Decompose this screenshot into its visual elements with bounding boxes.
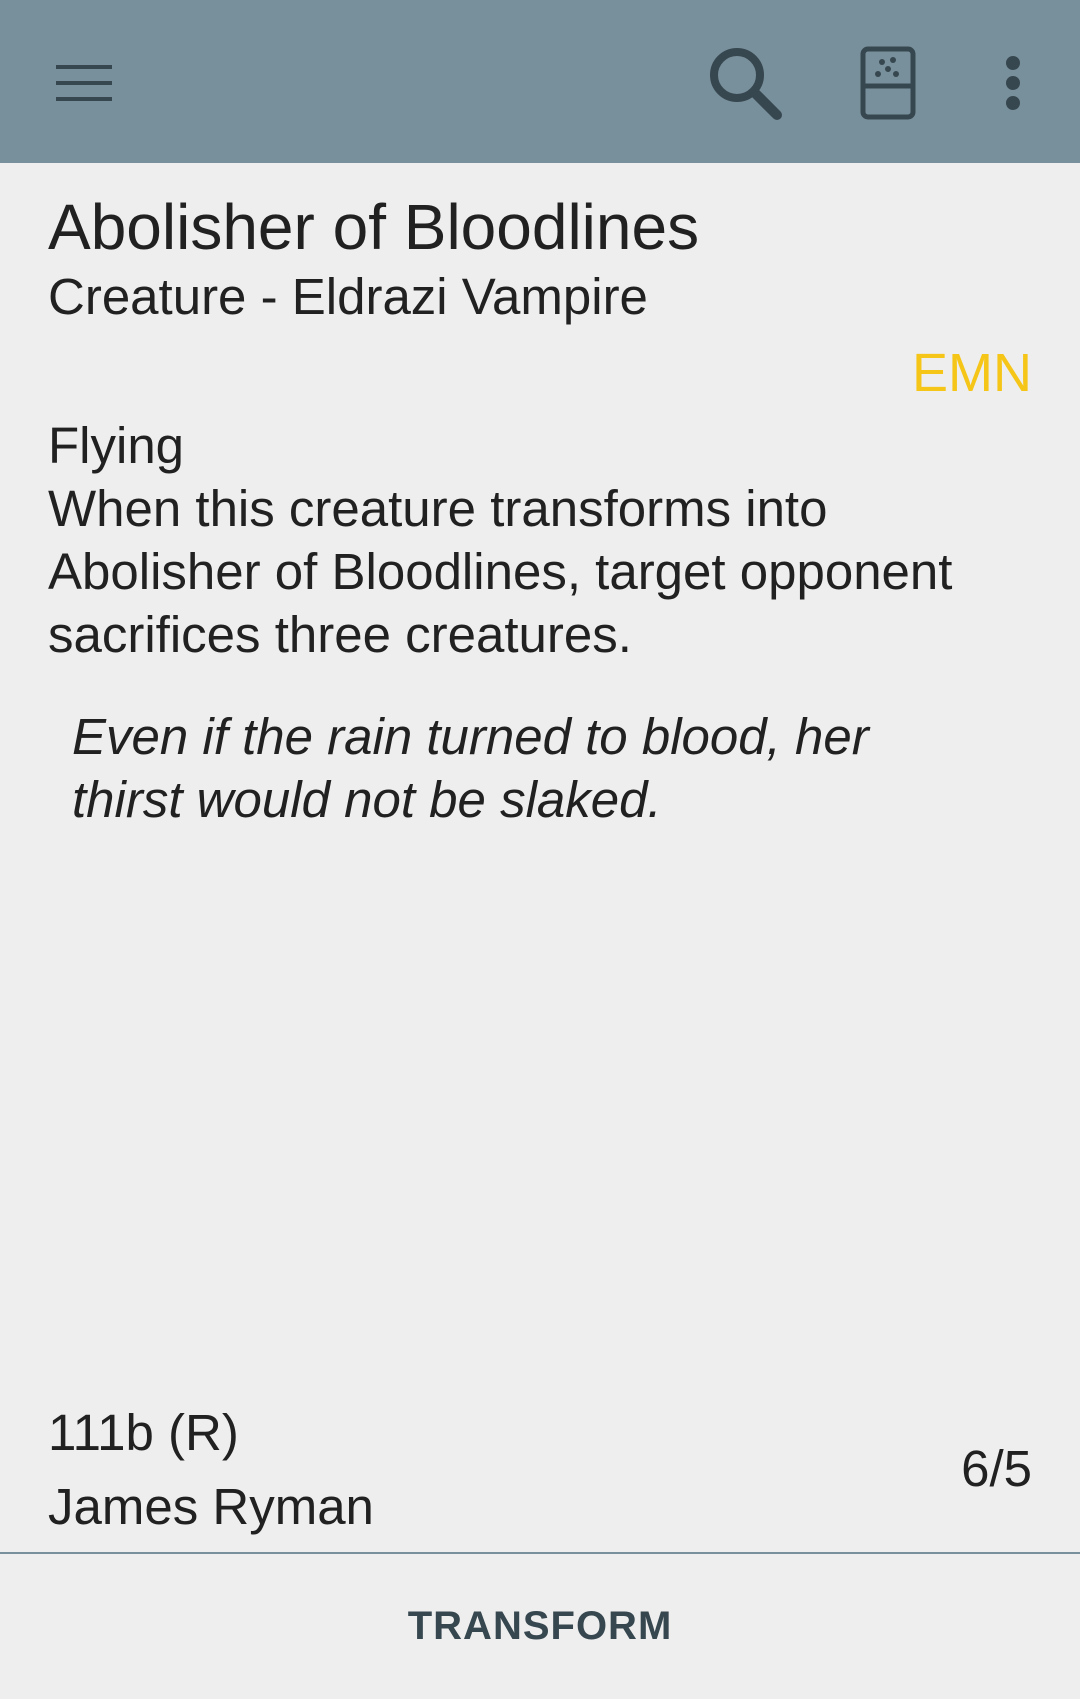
more-vert-icon[interactable]	[958, 28, 1068, 138]
rules-line: Abolisher of Bloodlines, target opponent	[48, 543, 953, 600]
collector-number: 111b (R)	[48, 1404, 239, 1461]
rules-line: When this creature transforms into	[48, 480, 828, 537]
power-toughness: 6/5	[961, 1440, 1032, 1497]
bottom-bar: TRANSFORM	[0, 1554, 1080, 1699]
set-code: EMN	[912, 343, 1032, 403]
fridge-icon[interactable]	[833, 28, 943, 138]
transform-button[interactable]: TRANSFORM	[368, 1584, 713, 1669]
search-icon[interactable]	[690, 28, 800, 138]
rules-line: Flying	[48, 417, 185, 474]
flavor-text: Even if the rain turned to blood, her th…	[72, 705, 1032, 831]
card-name: Abolisher of Bloodlines	[48, 191, 700, 263]
artist-name: James Ryman	[48, 1478, 374, 1535]
hamburger-menu-icon[interactable]	[29, 28, 139, 138]
rules-text: Flying When this creature transforms int…	[48, 414, 1032, 666]
card-type-line: Creature - Eldrazi Vampire	[48, 268, 648, 325]
rules-line: sacrifices three creatures.	[48, 606, 632, 663]
flavor-line: Even if the rain turned to blood, her	[72, 708, 869, 765]
app-toolbar	[0, 0, 1080, 163]
flavor-line: thirst would not be slaked.	[72, 771, 662, 828]
